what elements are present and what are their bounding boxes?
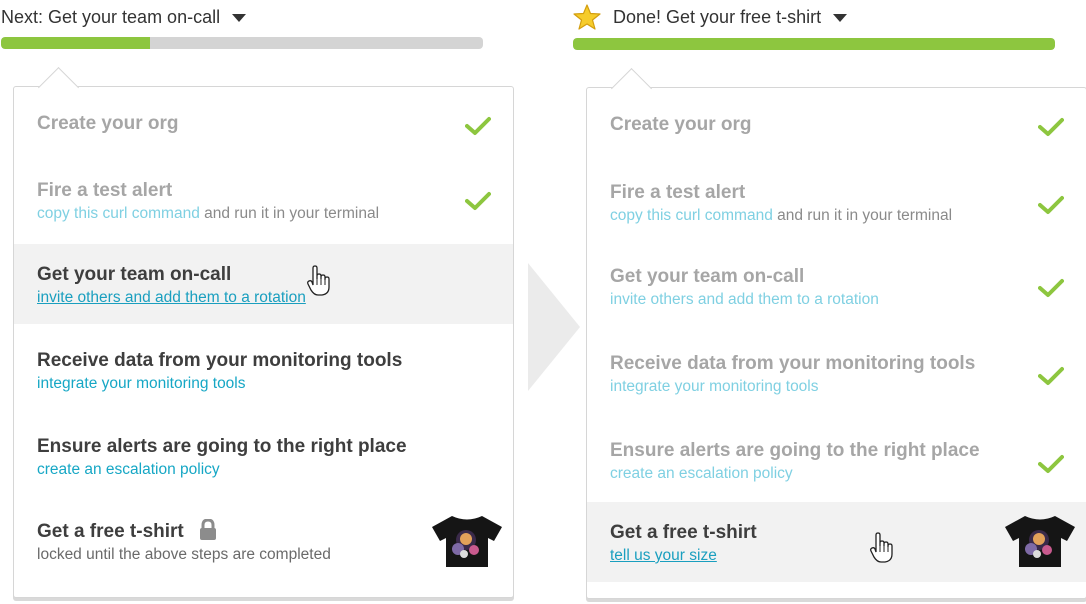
step-receive-data[interactable]: Receive data from your monitoring tools … (14, 324, 513, 410)
right-panel-header[interactable]: Done! Get your free t-shirt (573, 4, 848, 30)
step-fire-test-alert[interactable]: Fire a test alert copy this curl command… (14, 163, 513, 243)
step-title: Receive data from your monitoring tools (610, 353, 976, 374)
left-progress-bar (1, 37, 483, 49)
check-icon (1038, 118, 1064, 136)
step-subtext: invite others and add them to a rotation (610, 291, 879, 309)
lock-icon (200, 518, 217, 540)
copy-curl-link[interactable]: copy this curl command (610, 207, 773, 224)
check-icon (1038, 367, 1064, 385)
step-receive-data[interactable]: Receive data from your monitoring tools … (587, 331, 1086, 417)
left-panel-header[interactable]: Next: Get your team on-call (1, 4, 247, 30)
step-title: Ensure alerts are going to the right pla… (37, 436, 407, 457)
right-progress-fill (573, 38, 1055, 50)
step-subtext-rest: and run it in your terminal (772, 207, 953, 224)
left-header-label: Next: Get your team on-call (1, 6, 221, 27)
caret-down-icon[interactable] (232, 14, 247, 22)
step-title: Fire a test alert (37, 180, 173, 201)
step-subtext: integrate your monitoring tools (610, 378, 819, 396)
star-icon (573, 4, 601, 30)
step-team-oncall[interactable]: Get your team on-call invite others and … (587, 245, 1086, 331)
step-free-tshirt[interactable]: Get a free t-shirt tell us your size (587, 502, 1086, 582)
step-team-oncall[interactable]: Get your team on-call invite others and … (14, 244, 513, 324)
step-title-wrap: Get a free t-shirt (37, 518, 217, 543)
tshirt-image (1005, 516, 1075, 567)
check-icon (1038, 279, 1064, 297)
step-escalation[interactable]: Ensure alerts are going to the right pla… (587, 417, 1086, 502)
step-title: Create your org (610, 114, 752, 135)
invite-others-link[interactable]: invite others and add them to a rotation (610, 291, 879, 308)
copy-curl-link[interactable]: copy this curl command (37, 205, 200, 222)
step-fire-test-alert[interactable]: Fire a test alert copy this curl command… (587, 164, 1086, 244)
step-title: Fire a test alert (610, 182, 746, 203)
check-icon (1038, 196, 1064, 214)
step-subtext: create an escalation policy (37, 461, 220, 479)
right-checklist-card: Create your org Fire a test alert copy t… (586, 67, 1086, 599)
hand-pointer-icon (307, 265, 330, 296)
escalation-policy-link[interactable]: create an escalation policy (610, 465, 793, 482)
step-subtext-rest: and run it in your terminal (199, 205, 380, 222)
step-locked-note: locked until the above steps are complet… (37, 546, 331, 563)
step-subtext: copy this curl command and run it in you… (37, 205, 379, 223)
left-checklist-card: Create your org Fire a test alert copy t… (13, 66, 514, 598)
caret-down-icon[interactable] (833, 14, 848, 22)
step-escalation[interactable]: Ensure alerts are going to the right pla… (14, 410, 513, 496)
integrate-tools-link[interactable]: integrate your monitoring tools (610, 378, 819, 395)
step-title: Create your org (37, 113, 179, 134)
step-title: Get your team on-call (610, 266, 805, 287)
step-title: Get your team on-call (37, 264, 232, 285)
tell-us-size-link[interactable]: tell us your size (610, 547, 717, 564)
step-title: Ensure alerts are going to the right pla… (610, 440, 980, 461)
step-create-org[interactable]: Create your org (587, 88, 1086, 164)
step-title: Receive data from your monitoring tools (37, 350, 403, 371)
step-subtext: tell us your size (610, 547, 717, 565)
step-title: Get a free t-shirt (610, 522, 757, 543)
left-progress-fill (1, 37, 151, 49)
integrate-tools-link[interactable]: integrate your monitoring tools (37, 375, 246, 392)
check-icon (1038, 455, 1064, 473)
arrow-right-icon (528, 263, 580, 391)
step-subtext: create an escalation policy (610, 465, 793, 483)
step-subtext: integrate your monitoring tools (37, 375, 246, 393)
tshirt-image (432, 516, 502, 567)
step-subtext: invite others and add them to a rotation (37, 289, 306, 307)
step-free-tshirt: Get a free t-shirt locked until the abov… (14, 496, 513, 596)
hand-pointer-icon (870, 532, 893, 563)
step-subtext: copy this curl command and run it in you… (610, 207, 952, 225)
invite-others-link[interactable]: invite others and add them to a rotation (37, 289, 306, 306)
check-icon (465, 117, 491, 135)
right-header-label: Done! Get your free t-shirt (613, 6, 822, 27)
check-icon (465, 192, 491, 210)
right-progress-bar (573, 38, 1055, 50)
escalation-policy-link[interactable]: create an escalation policy (37, 461, 220, 478)
step-create-org[interactable]: Create your org (14, 87, 513, 163)
step-title: Get a free t-shirt (37, 521, 184, 542)
